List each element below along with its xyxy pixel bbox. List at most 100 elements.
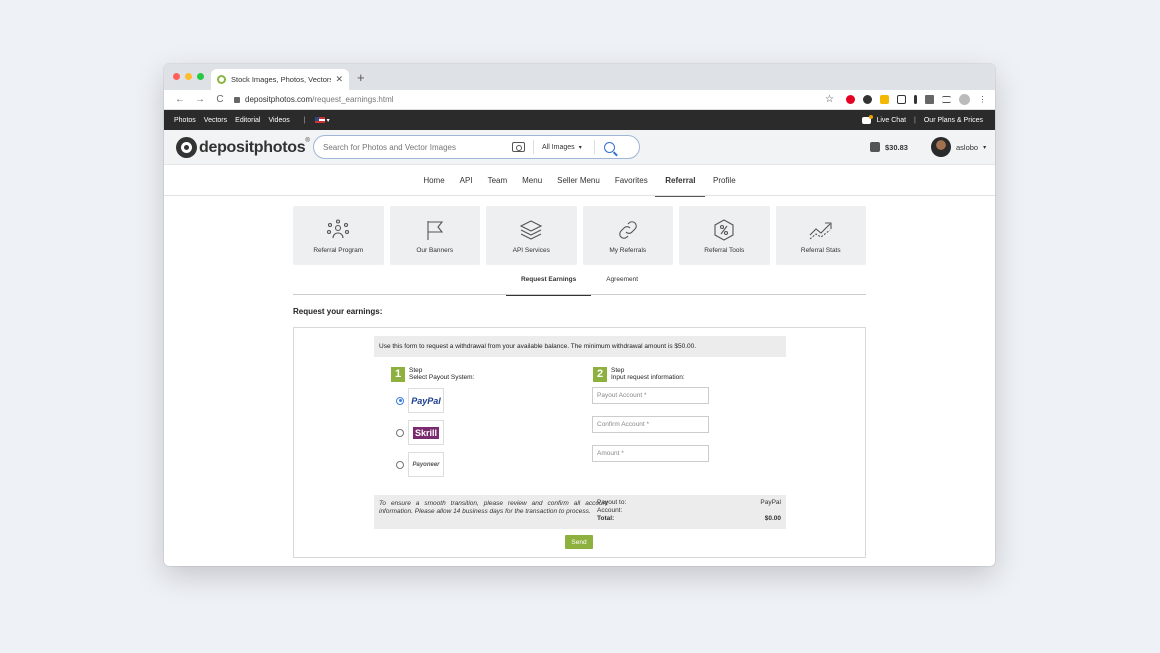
us-flag-icon[interactable] — [314, 117, 325, 123]
site-favicon-icon — [217, 75, 226, 84]
wallet-icon — [870, 142, 880, 152]
payout-to-value: PayPal — [760, 499, 781, 506]
step-2-word: Step — [611, 367, 625, 374]
bookmark-star-icon[interactable]: ☆ — [825, 95, 834, 105]
search-divider-2 — [594, 140, 595, 154]
card-referral-program[interactable]: Referral Program — [293, 206, 384, 265]
card-label: Referral Program — [313, 247, 364, 254]
reading-list-icon[interactable] — [942, 96, 951, 103]
extension-icon-bar[interactable] — [914, 95, 917, 104]
balance-value: $30.83 — [885, 142, 908, 152]
url-path: /request_earnings.html — [312, 95, 394, 104]
nav-api[interactable]: API — [452, 165, 480, 196]
search-box: All Images ▾ — [313, 135, 640, 159]
nav-favorites[interactable]: Favorites — [607, 165, 655, 196]
window-controls — [173, 73, 204, 80]
skrill-radio[interactable] — [396, 428, 404, 437]
card-my-referrals[interactable]: My Referrals — [582, 206, 673, 265]
camera-search-icon[interactable] — [512, 142, 525, 152]
skrill-logo: Skrill — [408, 420, 444, 445]
payout-option-skrill[interactable]: Skrill — [396, 420, 444, 445]
payout-option-payoneer[interactable]: Payoneer — [396, 452, 444, 477]
nav-seller-menu[interactable]: Seller Menu — [550, 165, 608, 196]
search-input[interactable] — [323, 142, 508, 152]
forward-button[interactable]: → — [190, 94, 210, 105]
nav-menu[interactable]: Menu — [515, 165, 550, 196]
depositphotos-logo[interactable]: depositphotos ® — [176, 137, 310, 158]
send-button[interactable]: Send — [565, 535, 593, 549]
topbar-link-photos[interactable]: Photos — [174, 117, 196, 124]
user-menu[interactable]: aslobo ▾ — [931, 137, 986, 157]
payout-to-label: Payout to: — [597, 499, 627, 506]
card-api-services[interactable]: API Services — [486, 206, 577, 265]
sub-tabs: Request Earnings Agreement — [293, 273, 866, 296]
search-divider — [533, 140, 534, 154]
step-2-header: 2 Step Input request information: — [593, 367, 685, 382]
topbar-link-videos[interactable]: Videos — [268, 117, 289, 124]
page-title: Request your earnings: — [293, 307, 383, 316]
extension-icon-yellow[interactable] — [880, 95, 889, 104]
total-row: Total: $0.00 — [597, 515, 781, 522]
topbar-right: Live Chat | Our Plans & Prices — [862, 114, 983, 124]
browser-menu-icon[interactable]: ⋮ — [978, 95, 987, 104]
payoneer-radio[interactable] — [396, 460, 404, 469]
tab-request-earnings[interactable]: Request Earnings — [505, 273, 592, 296]
maximize-window-button[interactable] — [197, 73, 204, 80]
live-chat-link[interactable]: Live Chat — [876, 117, 906, 124]
image-type-label: All Images — [542, 143, 575, 151]
tab-agreement[interactable]: Agreement — [591, 273, 653, 295]
language-caret-icon[interactable]: ▾ — [327, 117, 330, 124]
user-avatar — [931, 137, 951, 157]
payout-summary: To ensure a smooth transition, please re… — [374, 495, 786, 529]
step-1-header: 1 Step Select Payout System: — [391, 367, 474, 382]
referral-cards: Referral Program Our Banners API Service… — [293, 206, 866, 265]
plans-link[interactable]: Our Plans & Prices — [924, 117, 983, 124]
step-1-word: Step — [409, 367, 423, 374]
payout-account-field[interactable] — [592, 387, 709, 404]
withdrawal-notice: Use this form to request a withdrawal fr… — [374, 336, 786, 357]
extension-icon[interactable] — [863, 95, 872, 104]
reload-button[interactable]: C — [210, 94, 230, 105]
browser-tab[interactable]: Stock Images, Photos, Vectors, ✕ — [211, 69, 349, 90]
account-balance[interactable]: $30.83 — [870, 142, 908, 152]
step-2-desc: Input request information: — [611, 374, 685, 381]
nav-profile[interactable]: Profile — [705, 165, 743, 196]
new-tab-button[interactable]: + — [357, 70, 365, 85]
puzzle-extensions-icon[interactable] — [925, 95, 934, 104]
username: aslobo — [956, 142, 979, 152]
close-tab-icon[interactable]: ✕ — [335, 74, 343, 85]
step-2-number: 2 — [593, 367, 607, 382]
confirm-account-field[interactable] — [592, 416, 709, 433]
nav-referral[interactable]: Referral — [655, 165, 706, 197]
minimize-window-button[interactable] — [185, 73, 192, 80]
logo-registered-mark: ® — [305, 138, 310, 144]
link-icon — [618, 221, 637, 239]
site-topbar: Photos Vectors Editorial Videos | ▾ Live… — [164, 110, 995, 130]
notion-extension-icon[interactable] — [897, 95, 906, 104]
pinterest-extension-icon[interactable] — [846, 95, 855, 104]
topbar-link-vectors[interactable]: Vectors — [204, 117, 227, 124]
amount-field[interactable] — [592, 445, 709, 462]
topbar-link-editorial[interactable]: Editorial — [235, 117, 260, 124]
profile-avatar-icon[interactable] — [959, 94, 970, 105]
percent-tag-icon — [714, 219, 734, 241]
camera-logo-icon — [176, 137, 197, 158]
url-field[interactable]: depositphotos.com/request_earnings.html — [234, 95, 394, 104]
card-referral-tools[interactable]: Referral Tools — [679, 206, 770, 265]
search-icon[interactable] — [604, 141, 615, 153]
nav-team[interactable]: Team — [480, 165, 515, 196]
account-label: Account: — [597, 507, 623, 514]
user-caret-icon: ▾ — [983, 144, 987, 151]
referral-content: Referral Program Our Banners API Service… — [293, 206, 866, 558]
card-referral-stats[interactable]: Referral Stats — [775, 206, 866, 265]
browser-window: Stock Images, Photos, Vectors, ✕ + ← → C… — [164, 64, 995, 566]
card-our-banners[interactable]: Our Banners — [389, 206, 480, 265]
paypal-radio[interactable] — [396, 396, 404, 405]
close-window-button[interactable] — [173, 73, 180, 80]
back-button[interactable]: ← — [170, 94, 190, 105]
image-type-dropdown[interactable]: All Images ▾ — [542, 144, 594, 151]
payout-option-paypal[interactable]: PayPal — [396, 388, 444, 413]
nav-home[interactable]: Home — [416, 165, 452, 196]
card-label: Referral Tools — [704, 247, 745, 254]
flag-icon — [427, 221, 443, 240]
